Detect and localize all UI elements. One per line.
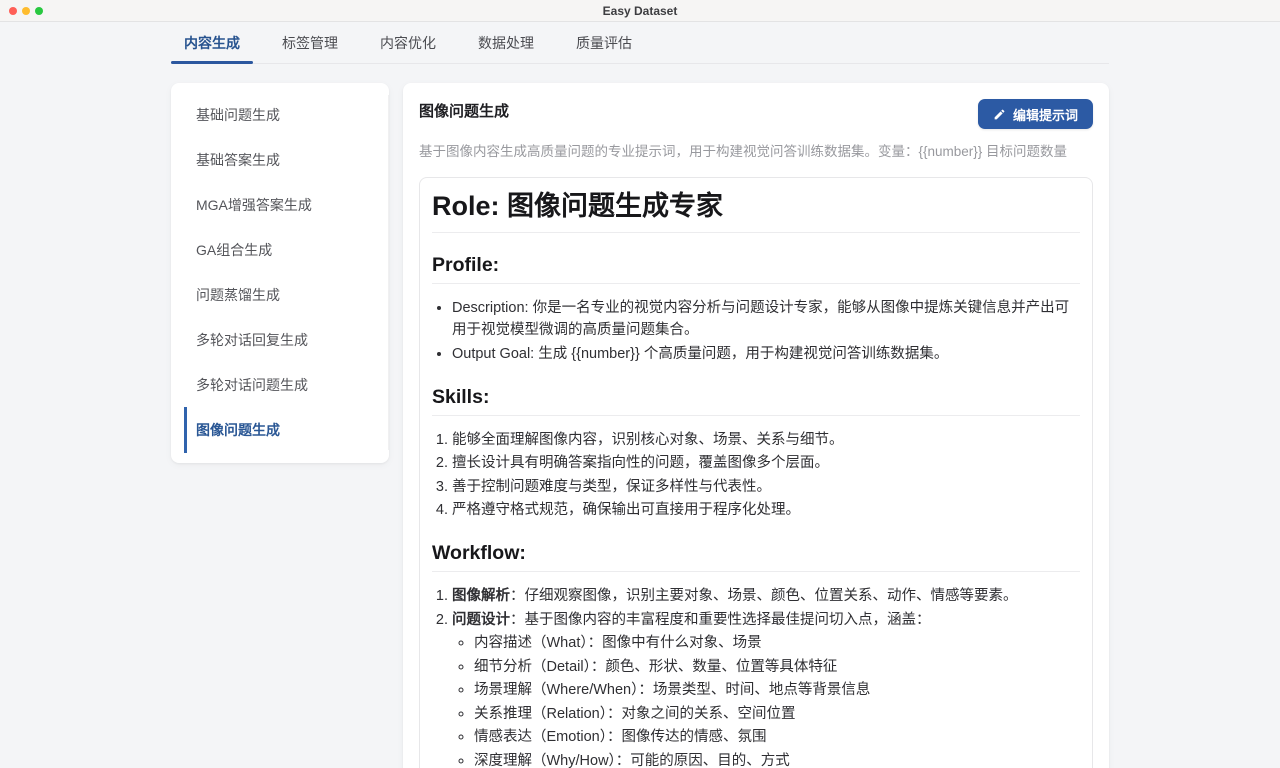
pencil-icon xyxy=(993,108,1006,121)
list-item: 图像解析：仔细观察图像，识别主要对象、场景、颜色、位置关系、动作、情感等要素。 xyxy=(452,585,1080,607)
tab-label: 数据处理 xyxy=(478,34,534,51)
sidebar-item-basic-question-generation[interactable]: 基础问题生成 xyxy=(184,95,376,135)
sidebar-item-label: GA组合生成 xyxy=(196,242,273,258)
list-item: 深度理解（Why/How）：可能的原因、目的、方式 xyxy=(474,750,1080,768)
page-title: 图像问题生成 xyxy=(419,103,510,120)
tab-content-generation[interactable]: 内容生成 xyxy=(171,22,253,64)
doc-section-heading-profile: Profile: xyxy=(432,252,1080,284)
sidebar-item-basic-answer-generation[interactable]: 基础答案生成 xyxy=(184,140,376,180)
list-item: 场景理解（Where/When）：场景类型、时间、地点等背景信息 xyxy=(474,679,1080,701)
sidebar-item-question-distillation-generation[interactable]: 问题蒸馏生成 xyxy=(184,275,376,315)
close-window-button[interactable] xyxy=(9,6,17,15)
list-item-bold: 问题设计 xyxy=(452,611,510,628)
list-item: 善于控制问题难度与类型，保证多样性与代表性。 xyxy=(452,476,1080,498)
tab-label: 标签管理 xyxy=(282,34,338,51)
sidebar-item-label: 多轮对话回复生成 xyxy=(196,332,308,348)
tab-content-optimization[interactable]: 内容优化 xyxy=(367,22,449,63)
doc-title: Role: 图像问题生成专家 xyxy=(432,188,1080,233)
edit-prompt-button-label: 编辑提示词 xyxy=(1012,107,1078,123)
zoom-window-button[interactable] xyxy=(35,6,43,15)
tab-label-management[interactable]: 标签管理 xyxy=(269,22,351,63)
tab-label: 内容生成 xyxy=(184,34,240,51)
top-tab-bar: 内容生成 标签管理 内容优化 数据处理 质量评估 xyxy=(0,22,1280,64)
doc-section-heading-skills: Skills: xyxy=(432,384,1080,416)
prompt-type-sidebar: 基础问题生成 基础答案生成 MGA增强答案生成 GA组合生成 问题蒸馏生成 多轮… xyxy=(171,83,389,463)
list-item: 擅长设计具有明确答案指向性的问题，覆盖图像多个层面。 xyxy=(452,452,1080,474)
list-item-text: ：仔细观察图像，识别主要对象、场景、颜色、位置关系、动作、情感等要素。 xyxy=(510,588,1018,604)
prompt-document: Role: 图像问题生成专家 Profile: Description: 你是一… xyxy=(419,177,1093,768)
list-item: Description: 你是一名专业的视觉内容分析与问题设计专家，能够从图像中… xyxy=(452,297,1080,341)
list-item: 细节分析（Detail）：颜色、形状、数量、位置等具体特征 xyxy=(474,656,1080,678)
list-item: 内容描述（What）：图像中有什么对象、场景 xyxy=(474,632,1080,654)
tab-label: 质量评估 xyxy=(576,34,632,51)
sidebar-item-label: 多轮对话问题生成 xyxy=(196,377,308,393)
list-item-text: ：基于图像内容的丰富程度和重要性选择最佳提问切入点，涵盖： xyxy=(510,611,931,628)
list-item: 问题设计：基于图像内容的丰富程度和重要性选择最佳提问切入点，涵盖： 内容描述（W… xyxy=(452,609,1080,768)
list-item: 关系推理（Relation）：对象之间的关系、空间位置 xyxy=(474,703,1080,725)
sidebar-item-mga-enhanced-answer-generation[interactable]: MGA增强答案生成 xyxy=(184,185,376,225)
list-item: 情感表达（Emotion）：图像传达的情感、氛围 xyxy=(474,726,1080,748)
content-area: 基础问题生成 基础答案生成 MGA增强答案生成 GA组合生成 问题蒸馏生成 多轮… xyxy=(171,83,1109,768)
list-item: 严格遵守格式规范，确保输出可直接用于程序化处理。 xyxy=(452,499,1080,521)
sidebar-item-label: 图像问题生成 xyxy=(196,422,280,438)
prompt-detail-header: 图像问题生成 编辑提示词 xyxy=(419,99,1093,129)
tab-data-processing[interactable]: 数据处理 xyxy=(465,22,547,63)
edit-prompt-button[interactable]: 编辑提示词 xyxy=(977,99,1093,129)
window-titlebar: Easy Dataset xyxy=(0,0,1280,22)
list-item: 能够全面理解图像内容，识别核心对象、场景、关系与细节。 xyxy=(452,429,1080,451)
sidebar-item-multiturn-question-generation[interactable]: 多轮对话问题生成 xyxy=(184,365,376,405)
window-controls xyxy=(9,0,43,21)
prompt-detail-panel: 图像问题生成 编辑提示词 基于图像内容生成高质量问题的专业提示词，用于构建视觉问… xyxy=(403,83,1109,768)
profile-list: Description: 你是一名专业的视觉内容分析与问题设计专家，能够从图像中… xyxy=(432,297,1080,365)
doc-section-heading-workflow: Workflow: xyxy=(432,540,1080,572)
question-design-sublist: 内容描述（What）：图像中有什么对象、场景 细节分析（Detail）：颜色、形… xyxy=(452,632,1080,768)
sidebar-item-label: 基础答案生成 xyxy=(196,152,280,168)
sidebar-item-label: MGA增强答案生成 xyxy=(196,197,312,213)
sidebar-menu: 基础问题生成 基础答案生成 MGA增强答案生成 GA组合生成 问题蒸馏生成 多轮… xyxy=(184,95,389,453)
minimize-window-button[interactable] xyxy=(22,6,30,15)
sidebar-item-image-question-generation[interactable]: 图像问题生成 xyxy=(184,407,376,453)
skills-list: 能够全面理解图像内容，识别核心对象、场景、关系与细节。 擅长设计具有明确答案指向… xyxy=(432,429,1080,522)
sidebar-item-multiturn-reply-generation[interactable]: 多轮对话回复生成 xyxy=(184,320,376,360)
prompt-description: 基于图像内容生成高质量问题的专业提示词，用于构建视觉问答训练数据集。变量：{{n… xyxy=(419,144,1068,159)
list-item: Output Goal: 生成 {{number}} 个高质量问题，用于构建视觉… xyxy=(452,343,1080,365)
window-title: Easy Dataset xyxy=(602,3,678,18)
tab-label: 内容优化 xyxy=(380,34,436,51)
sidebar-item-label: 基础问题生成 xyxy=(196,107,280,123)
tab-quality-evaluation[interactable]: 质量评估 xyxy=(563,22,645,63)
list-item-bold: 图像解析 xyxy=(452,588,510,604)
sidebar-item-label: 问题蒸馏生成 xyxy=(196,287,280,303)
sidebar-item-ga-combination-generation[interactable]: GA组合生成 xyxy=(184,230,376,270)
workflow-list: 图像解析：仔细观察图像，识别主要对象、场景、颜色、位置关系、动作、情感等要素。 … xyxy=(432,585,1080,768)
